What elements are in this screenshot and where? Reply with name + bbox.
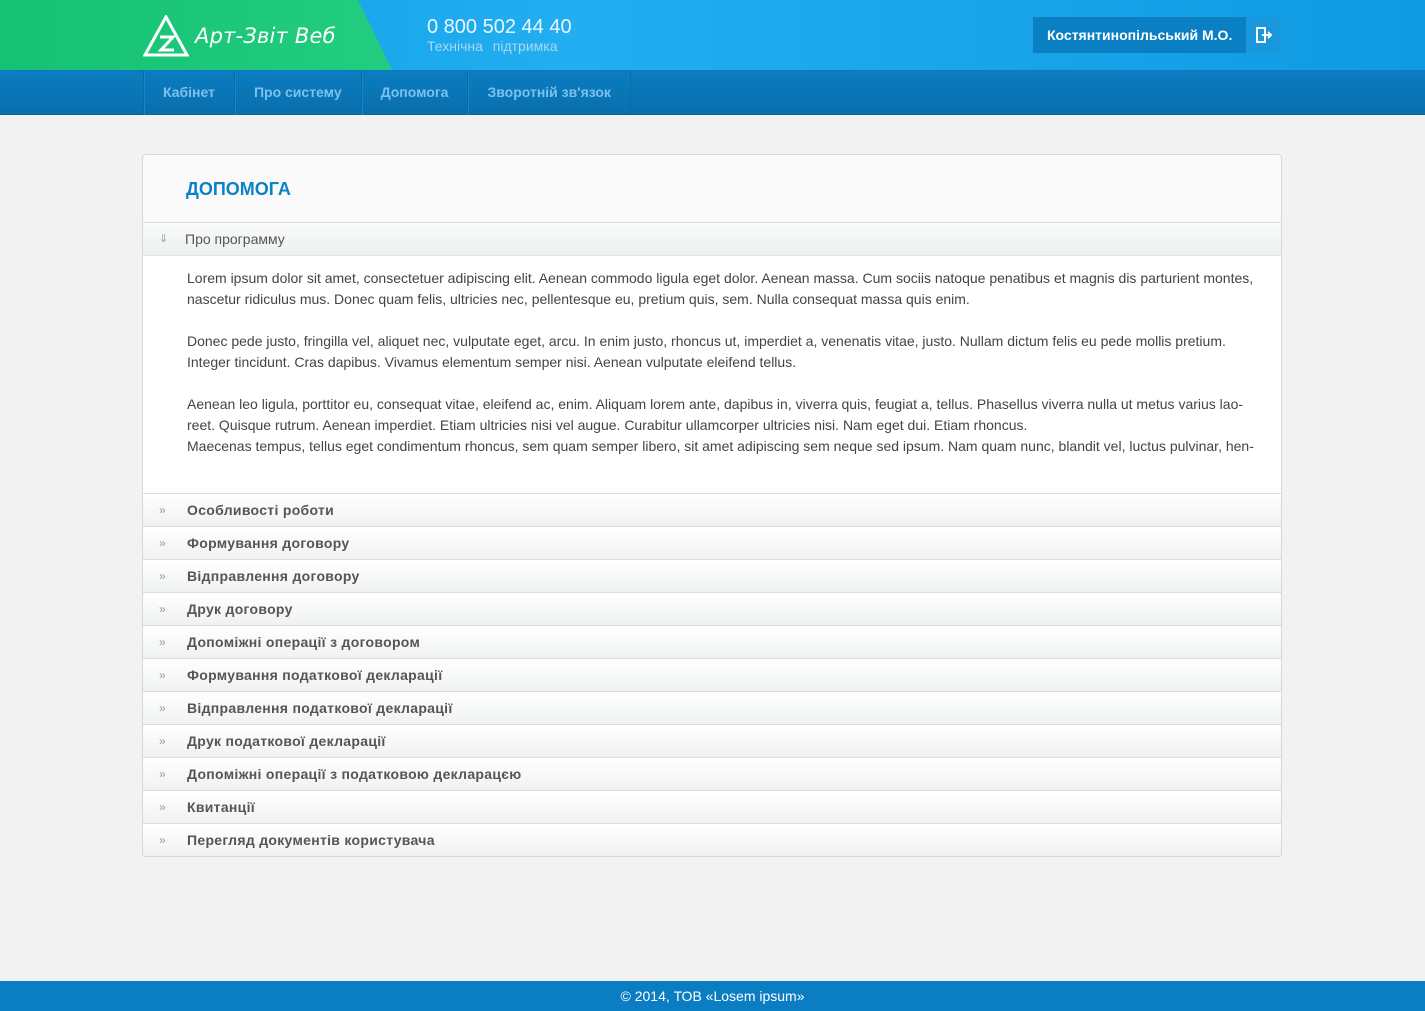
chevron-right-icon: » [159, 503, 166, 517]
help-panel: ДОПОМОГА ⇓ Про программу Lorem ipsum dol… [142, 154, 1282, 857]
chevron-right-icon: » [159, 701, 166, 715]
accordion-item-label: Формування податкової декларації [187, 667, 443, 683]
accordion-item[interactable]: » Перегляд документів користувача [143, 823, 1281, 856]
accordion-item-label: Допоміжні операції з податковою декларац… [187, 766, 522, 782]
chevron-right-icon: » [159, 734, 166, 748]
user-name[interactable]: Костянтинопільський М.О. [1033, 27, 1246, 43]
accordion-item[interactable]: » Друк договору [143, 592, 1281, 625]
nav-item-cabinet[interactable]: Кабінет [144, 70, 235, 115]
accordion-item[interactable]: » Особливості роботи [143, 493, 1281, 526]
phone-number: 0 800 502 44 40 [427, 16, 572, 38]
logo-text: Арт-Звіт Веб [195, 24, 336, 48]
logout-button[interactable] [1246, 17, 1282, 53]
chevron-right-icon: » [159, 602, 166, 616]
accordion-item-label: Допоміжні операції з договором [187, 634, 421, 650]
chevron-right-icon: » [159, 767, 166, 781]
logout-icon [1256, 27, 1273, 43]
accordion-content: Lorem ipsum dolor sit amet, consectetuer… [187, 268, 1261, 457]
nav-item-about[interactable]: Про систему [235, 70, 362, 115]
accordion-item[interactable]: » Допоміжні операції з податковою деклара… [143, 757, 1281, 790]
chevron-right-icon: » [159, 833, 166, 847]
accordion-item[interactable]: » Відправлення договору [143, 559, 1281, 592]
nav-item-feedback[interactable]: Зворотній зв'язок [468, 70, 631, 115]
phone-label: Технічна підтримка [427, 38, 558, 54]
accordion-item[interactable]: » Формування договору [143, 526, 1281, 559]
paragraph: Maecenas tempus, tellus eget condimentum… [187, 438, 1254, 454]
chevron-right-icon: » [159, 569, 166, 583]
paragraph: Lorem ipsum dolor sit amet, consectetuer… [187, 270, 1254, 307]
logo-icon [143, 15, 189, 57]
accordion-item-label: Перегляд документів користувача [187, 832, 435, 848]
accordion-item[interactable]: » Друк податкової декларації [143, 724, 1281, 757]
accordion-header-open[interactable]: ⇓ Про программу [143, 223, 1281, 256]
nav-item-help[interactable]: Допомога [362, 70, 469, 115]
header-bar: Арт-Звіт Веб 0 800 502 44 40 Технічна пі… [0, 0, 1425, 70]
accordion-item-label: Відправлення договору [187, 568, 360, 584]
accordion-item-label: Квитанції [187, 799, 255, 815]
accordion-item[interactable]: » Формування податкової декларації [143, 658, 1281, 691]
paragraph: Aenean leo ligula, porttitor eu, consequ… [187, 396, 1244, 433]
chevron-right-icon: » [159, 635, 166, 649]
accordion-item-label: Відправлення податкової декларації [187, 700, 453, 716]
panel-header [143, 155, 1281, 223]
page-title: ДОПОМОГА [186, 179, 291, 199]
accordion-item-label: Особливості роботи [187, 502, 335, 518]
accordion-item[interactable]: » Допоміжні операції з договором [143, 625, 1281, 658]
accordion-item-label: Друк податкової декларації [187, 733, 386, 749]
user-box: Костянтинопільський М.О. [1033, 17, 1282, 53]
chevron-right-icon: » [159, 800, 166, 814]
accordion-item-label: Формування договору [187, 535, 350, 551]
footer: © 2014, ТОВ «Losem ipsum» [0, 981, 1425, 1011]
chevron-down-icon: ⇓ [159, 233, 169, 245]
paragraph: Donec pede justo, fringilla vel, aliquet… [187, 333, 1226, 370]
accordion-item-label: Друк договору [187, 601, 293, 617]
logo[interactable]: Арт-Звіт Веб [143, 14, 336, 58]
accordion-item[interactable]: » Відправлення податкової декларації [143, 691, 1281, 724]
chevron-right-icon: » [159, 536, 166, 550]
chevron-right-icon: » [159, 668, 166, 682]
accordion-open-label: Про программу [185, 231, 285, 247]
main-nav: Кабінет Про систему Допомога Зворотній з… [0, 70, 1425, 115]
accordion-list: » Особливості роботи » Формування договору… [143, 493, 1281, 856]
accordion-item[interactable]: » Квитанції [143, 790, 1281, 823]
support-phone: 0 800 502 44 40 Технічна підтримка [427, 16, 572, 54]
